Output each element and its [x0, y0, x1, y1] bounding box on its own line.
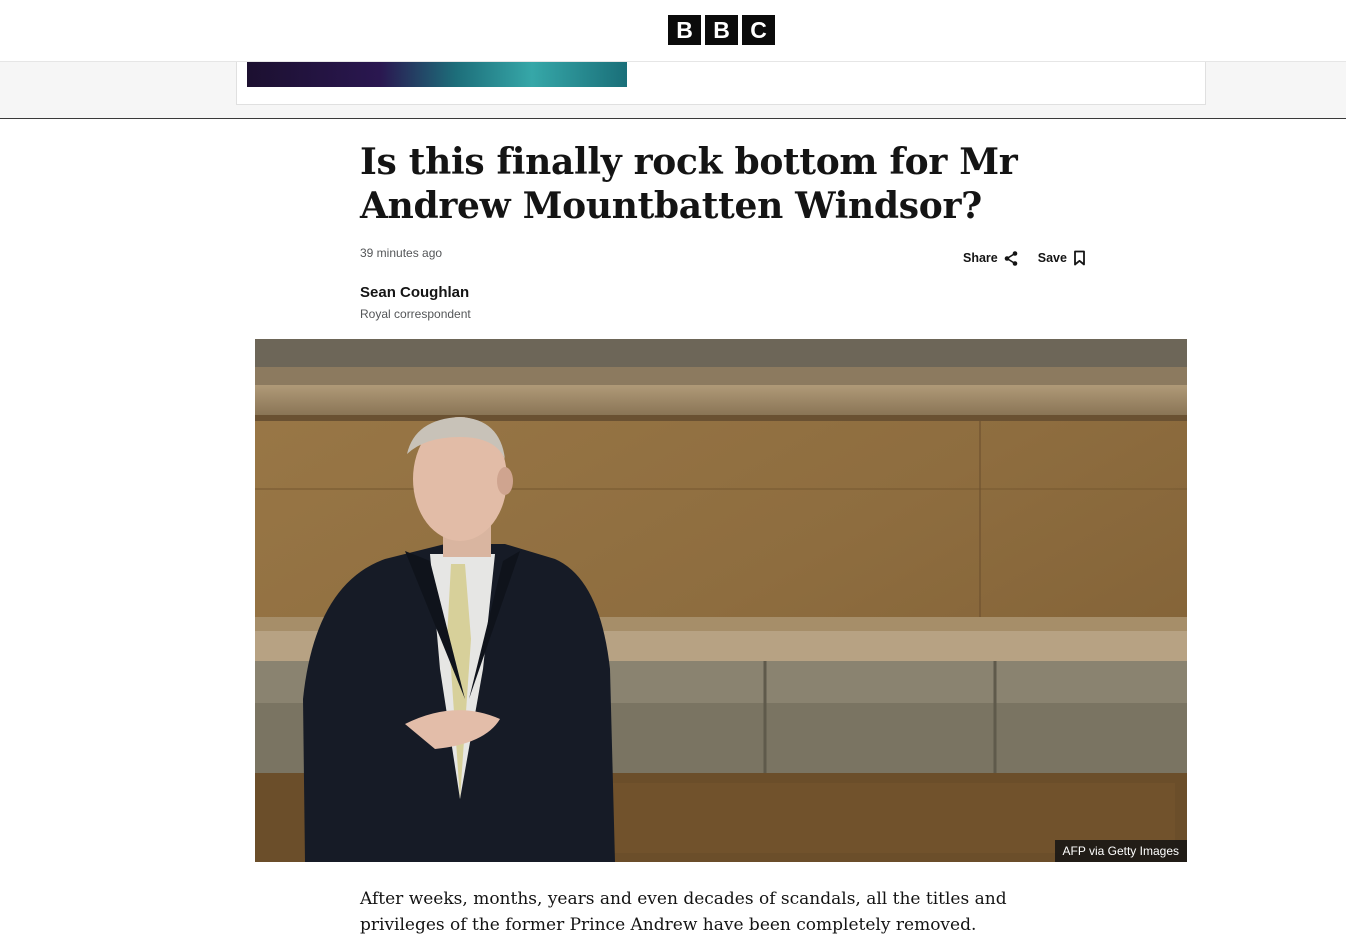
image-credit: AFP via Getty Images [1054, 840, 1187, 862]
save-button[interactable]: Save [1038, 250, 1086, 266]
article-intro: After weeks, months, years and even deca… [360, 889, 1007, 935]
share-button[interactable]: Share [963, 250, 1018, 266]
article-actions: Share Save [963, 250, 1086, 266]
article-headline: Is this finally rock bottom for Mr Andre… [360, 141, 1018, 227]
hero-photo [255, 339, 1187, 862]
author-role: Royal correspondent [360, 307, 471, 321]
logo-letter-b1: B [668, 15, 701, 45]
advert-strip [0, 62, 1346, 119]
advert-box[interactable] [236, 62, 1206, 105]
logo-letter-b2: B [705, 15, 738, 45]
site-header: B B C [0, 0, 1346, 62]
share-label: Share [963, 251, 998, 265]
logo-letter-c: C [742, 15, 775, 45]
save-label: Save [1037, 251, 1067, 265]
author-name[interactable]: Sean Coughlan [360, 284, 469, 301]
bbc-logo[interactable]: B B C [668, 15, 775, 45]
share-icon [1004, 250, 1018, 266]
hero-image: AFP via Getty Images [255, 339, 1187, 862]
advert-image[interactable] [247, 62, 627, 87]
article-header: Is this finally rock bottom for Mr Andre… [360, 140, 1090, 228]
bookmark-icon [1074, 250, 1085, 266]
article-timestamp: 39 minutes ago [360, 246, 443, 260]
